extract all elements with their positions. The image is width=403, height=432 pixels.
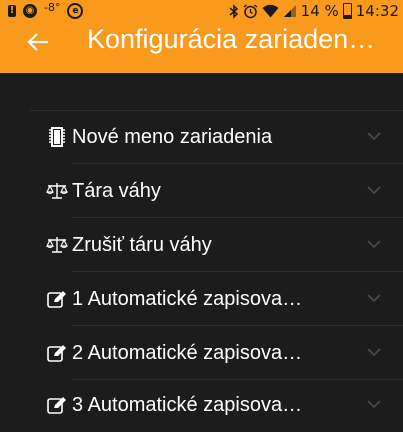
list-item-auto-write-1[interactable]: 1 Automatické zapisova…: [30, 272, 403, 326]
camera-icon: ◉: [23, 4, 37, 18]
battery-icon: [342, 3, 352, 19]
notification-icon: !: [8, 5, 16, 17]
edit-icon: [44, 287, 70, 311]
toolbar: Konfigurácia zariaden…: [0, 22, 403, 70]
list-item-label: Nové meno zariadenia: [72, 125, 273, 148]
list-item-label: 2 Automatické zapisova…: [72, 341, 303, 364]
page-title: Konfigurácia zariaden…: [87, 24, 376, 54]
list-item-label: Zrušiť táru váhy: [72, 233, 212, 256]
scale-icon: [44, 179, 70, 203]
e-icon: e: [67, 3, 84, 19]
battery-percent-text: 14 %: [300, 2, 339, 20]
scale-icon: [44, 233, 70, 257]
bluetooth-icon: [229, 3, 238, 19]
list-item-auto-write-3[interactable]: 3 Automatické zapisova…: [30, 378, 403, 432]
chevron-down-icon[interactable]: [367, 185, 381, 195]
chevron-down-icon[interactable]: [367, 399, 381, 409]
arrow-left-icon: [27, 33, 48, 51]
list-item-tare-scale[interactable]: Tára váhy: [30, 164, 403, 218]
list-item-label: 1 Automatické zapisova…: [72, 287, 303, 310]
list-item-cancel-tare[interactable]: Zrušiť táru váhy: [30, 218, 403, 272]
edit-icon: [44, 341, 70, 365]
list-item-auto-write-2[interactable]: 2 Automatické zapisova…: [30, 326, 403, 380]
chevron-down-icon[interactable]: [367, 347, 381, 357]
sd-card-icon: [44, 125, 70, 149]
wifi-icon: [262, 4, 279, 18]
chevron-down-icon[interactable]: [367, 131, 381, 141]
clock-text: 14:32: [355, 2, 399, 20]
list-item-new-device-name[interactable]: Nové meno zariadenia: [30, 110, 403, 164]
list-item-label: Tára váhy: [72, 179, 161, 202]
temperature-text: -8°: [44, 1, 61, 14]
back-button[interactable]: [24, 28, 52, 56]
status-bar: ! ◉ -8° e 14 % 14:32: [0, 0, 403, 24]
chevron-down-icon[interactable]: [367, 293, 381, 303]
edit-icon: [44, 393, 70, 417]
alarm-icon: [243, 3, 258, 18]
chevron-down-icon[interactable]: [367, 239, 381, 249]
app-bar: ! ◉ -8° e 14 % 14:32 Konfigurácia zariad…: [0, 0, 403, 73]
signal-icon: [283, 5, 296, 17]
list-item-label: 3 Automatické zapisova…: [72, 393, 303, 416]
